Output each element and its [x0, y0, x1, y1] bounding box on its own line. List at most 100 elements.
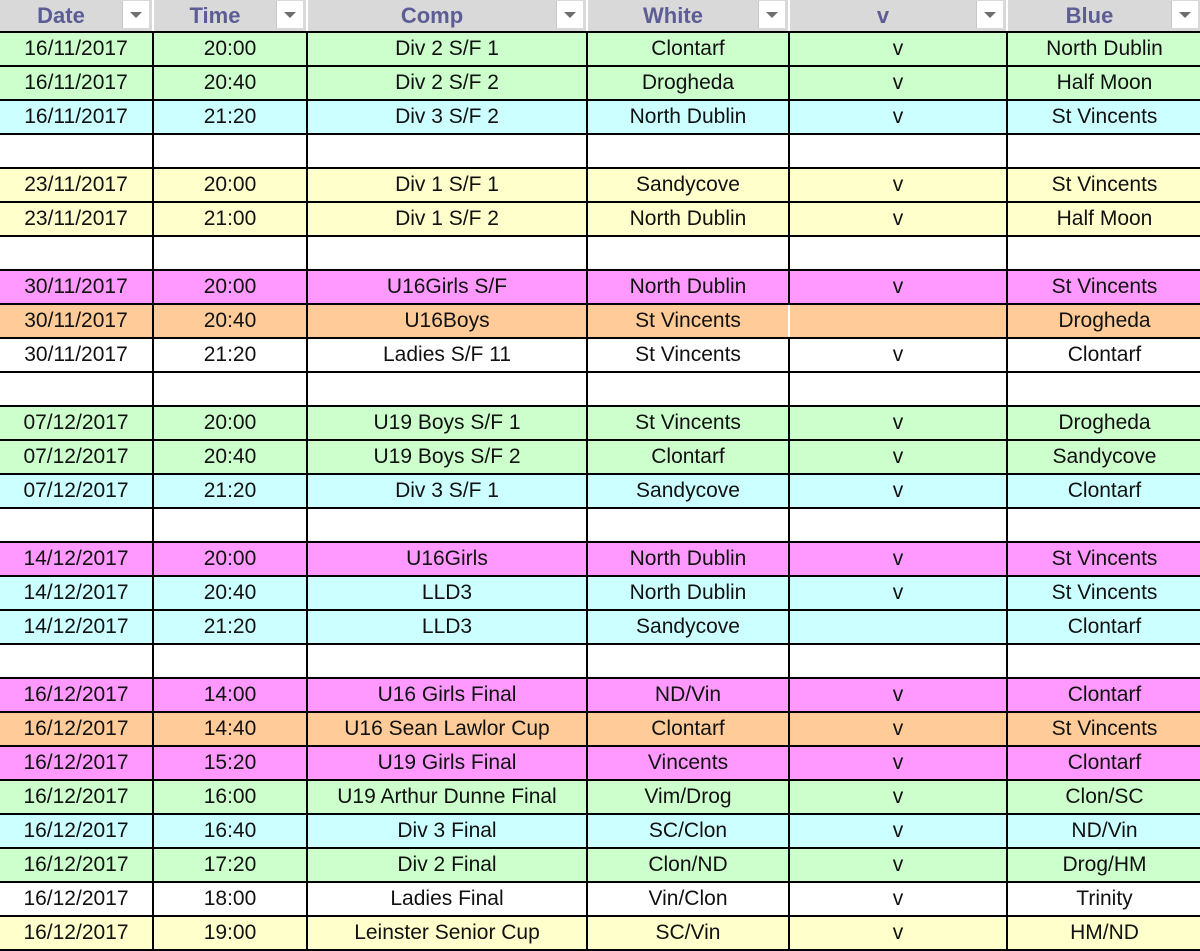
cell-date[interactable]: 07/12/2017	[0, 439, 154, 475]
cell-date[interactable]: 30/11/2017	[0, 303, 154, 339]
cell-comp[interactable]: Div 1 S/F 1	[306, 167, 588, 203]
cell-date[interactable]: 16/12/2017	[0, 745, 154, 781]
cell-date[interactable]: 16/11/2017	[0, 99, 154, 135]
cell-v[interactable]: v	[788, 541, 1008, 577]
cell-blue[interactable]: Clontarf	[1006, 337, 1200, 373]
cell-white[interactable]: ND/Vin	[586, 677, 790, 713]
cell-white[interactable]: Vin/Clon	[586, 881, 790, 917]
cell-v[interactable]: v	[788, 473, 1008, 509]
cell-blue[interactable]: Clontarf	[1006, 677, 1200, 713]
cell-date[interactable]: 23/11/2017	[0, 167, 154, 203]
cell-v[interactable]: v	[788, 167, 1008, 203]
cell-date[interactable]: 30/11/2017	[0, 269, 154, 305]
cell-v[interactable]: v	[788, 405, 1008, 441]
cell-white[interactable]: Drogheda	[586, 65, 790, 101]
cell-blue[interactable]: Clontarf	[1006, 609, 1200, 645]
cell-v[interactable]: v	[788, 779, 1008, 815]
cell-comp[interactable]: Div 3 Final	[306, 813, 588, 849]
cell-white[interactable]	[586, 235, 790, 271]
cell-white[interactable]: Vincents	[586, 745, 790, 781]
cell-white[interactable]: Vim/Drog	[586, 779, 790, 815]
cell-comp[interactable]: Div 2 S/F 2	[306, 65, 588, 101]
cell-blue[interactable]: Clontarf	[1006, 745, 1200, 781]
cell-time[interactable]	[152, 507, 308, 543]
cell-blue[interactable]: Drogheda	[1006, 303, 1200, 339]
cell-white[interactable]: Sandycove	[586, 167, 790, 203]
cell-blue[interactable]: St Vincents	[1006, 167, 1200, 203]
cell-comp[interactable]	[306, 643, 588, 679]
cell-comp[interactable]: U16 Girls Final	[306, 677, 588, 713]
cell-date[interactable]: 14/12/2017	[0, 609, 154, 645]
cell-white[interactable]: North Dublin	[586, 541, 790, 577]
cell-white[interactable]: North Dublin	[586, 201, 790, 237]
cell-white[interactable]: Clontarf	[586, 31, 790, 67]
cell-v[interactable]: v	[788, 915, 1008, 951]
cell-v[interactable]	[788, 303, 1008, 339]
cell-blue[interactable]: ND/Vin	[1006, 813, 1200, 849]
cell-date[interactable]: 16/12/2017	[0, 677, 154, 713]
column-header-time[interactable]: Time	[153, 0, 308, 33]
cell-white[interactable]	[586, 643, 790, 679]
cell-white[interactable]: North Dublin	[586, 269, 790, 305]
column-header-date[interactable]: Date	[0, 0, 154, 33]
cell-white[interactable]	[586, 371, 790, 407]
cell-white[interactable]: SC/Clon	[586, 813, 790, 849]
column-header-comp[interactable]: Comp	[307, 0, 588, 33]
cell-time[interactable]	[152, 371, 308, 407]
cell-comp[interactable]: Div 3 S/F 1	[306, 473, 588, 509]
cell-blue[interactable]: Half Moon	[1006, 65, 1200, 101]
cell-comp[interactable]: U16Girls S/F	[306, 269, 588, 305]
cell-date[interactable]: 16/11/2017	[0, 65, 154, 101]
cell-v[interactable]	[788, 643, 1008, 679]
cell-comp[interactable]: Div 2 S/F 1	[306, 31, 588, 67]
cell-comp[interactable]: Ladies Final	[306, 881, 588, 917]
cell-date[interactable]: 14/12/2017	[0, 541, 154, 577]
cell-blue[interactable]: St Vincents	[1006, 541, 1200, 577]
cell-v[interactable]	[788, 507, 1008, 543]
cell-time[interactable]: 16:40	[152, 813, 308, 849]
filter-dropdown-icon[interactable]	[758, 1, 785, 28]
cell-v[interactable]: v	[788, 337, 1008, 373]
cell-blue[interactable]	[1006, 371, 1200, 407]
cell-blue[interactable]	[1006, 507, 1200, 543]
cell-date[interactable]: 16/11/2017	[0, 31, 154, 67]
cell-blue[interactable]: St Vincents	[1006, 99, 1200, 135]
cell-white[interactable]: St Vincents	[586, 405, 790, 441]
column-header-blue[interactable]: Blue	[1007, 0, 1200, 33]
cell-comp[interactable]: U19 Boys S/F 2	[306, 439, 588, 475]
cell-date[interactable]: 16/12/2017	[0, 915, 154, 951]
cell-comp[interactable]	[306, 507, 588, 543]
cell-v[interactable]: v	[788, 575, 1008, 611]
cell-v[interactable]: v	[788, 711, 1008, 747]
cell-v[interactable]: v	[788, 65, 1008, 101]
cell-white[interactable]: Clontarf	[586, 439, 790, 475]
cell-v[interactable]: v	[788, 269, 1008, 305]
cell-time[interactable]: 20:00	[152, 167, 308, 203]
cell-comp[interactable]	[306, 371, 588, 407]
cell-blue[interactable]: Clontarf	[1006, 473, 1200, 509]
cell-comp[interactable]: Ladies S/F 11	[306, 337, 588, 373]
cell-time[interactable]: 18:00	[152, 881, 308, 917]
cell-comp[interactable]: U19 Arthur Dunne Final	[306, 779, 588, 815]
cell-comp[interactable]: U19 Girls Final	[306, 745, 588, 781]
filter-dropdown-icon[interactable]	[556, 1, 583, 28]
cell-v[interactable]: v	[788, 813, 1008, 849]
cell-time[interactable]: 17:20	[152, 847, 308, 883]
cell-time[interactable]: 20:00	[152, 405, 308, 441]
cell-blue[interactable]: HM/ND	[1006, 915, 1200, 951]
cell-v[interactable]	[788, 235, 1008, 271]
cell-time[interactable]	[152, 235, 308, 271]
cell-time[interactable]: 21:20	[152, 99, 308, 135]
cell-date[interactable]	[0, 507, 154, 543]
cell-date[interactable]: 07/12/2017	[0, 405, 154, 441]
cell-comp[interactable]: LLD3	[306, 575, 588, 611]
cell-comp[interactable]: U19 Boys S/F 1	[306, 405, 588, 441]
cell-comp[interactable]: Leinster Senior Cup	[306, 915, 588, 951]
cell-white[interactable]	[586, 133, 790, 169]
cell-time[interactable]: 20:40	[152, 439, 308, 475]
cell-blue[interactable]	[1006, 643, 1200, 679]
cell-time[interactable]: 20:00	[152, 269, 308, 305]
cell-v[interactable]	[788, 371, 1008, 407]
cell-time[interactable]	[152, 133, 308, 169]
cell-date[interactable]: 16/12/2017	[0, 881, 154, 917]
